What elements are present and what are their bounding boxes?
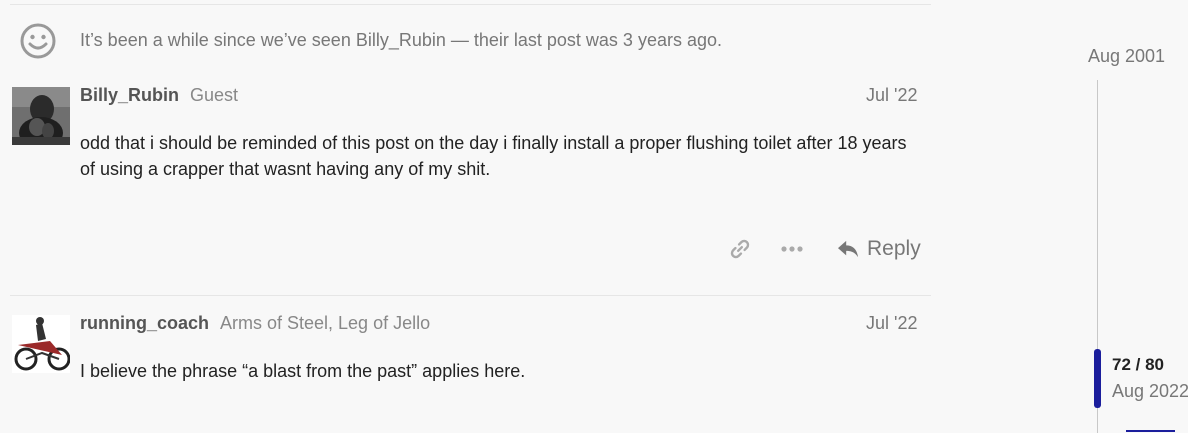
link-icon[interactable] — [729, 238, 751, 260]
smile-icon — [20, 23, 56, 59]
post-username[interactable]: Billy_Rubin — [80, 85, 179, 106]
timeline-handle[interactable] — [1094, 349, 1101, 408]
ellipsis-icon[interactable] — [781, 244, 803, 254]
notice-text: It’s been a while since we’ve seen Billy… — [80, 30, 722, 50]
post-user-title: Arms of Steel, Leg of Jello — [220, 313, 431, 333]
reply-button[interactable]: Reply — [837, 237, 921, 261]
divider — [10, 295, 931, 296]
timeline-current-date: Aug 2022 — [1112, 381, 1188, 401]
reply-icon — [838, 240, 858, 258]
post-user-title: Guest — [190, 85, 239, 105]
post-username[interactable]: running_coach — [80, 313, 209, 334]
topic-timeline: Aug 2001 72 / 80 Aug 2022 — [1080, 0, 1188, 433]
timeline-start-date[interactable]: Aug 2001 — [1088, 46, 1165, 67]
avatar-image — [12, 315, 70, 373]
post-date[interactable]: Jul '22 — [866, 313, 917, 334]
reply-label: Reply — [867, 237, 921, 260]
post-body: odd that i should be reminded of this po… — [80, 133, 907, 179]
avatar-image — [12, 87, 70, 145]
post-body: I believe the phrase “a blast from the p… — [80, 361, 526, 381]
inactive-user-notice: It’s been a while since we’ve seen Billy… — [0, 5, 931, 67]
post-date[interactable]: Jul '22 — [866, 85, 917, 106]
timeline-position: 72 / 80 — [1112, 355, 1164, 374]
avatar[interactable] — [12, 315, 70, 373]
avatar[interactable] — [12, 87, 70, 145]
post-stream: It’s been a while since we’ve seen Billy… — [0, 0, 931, 433]
timeline-underline — [1126, 430, 1175, 432]
